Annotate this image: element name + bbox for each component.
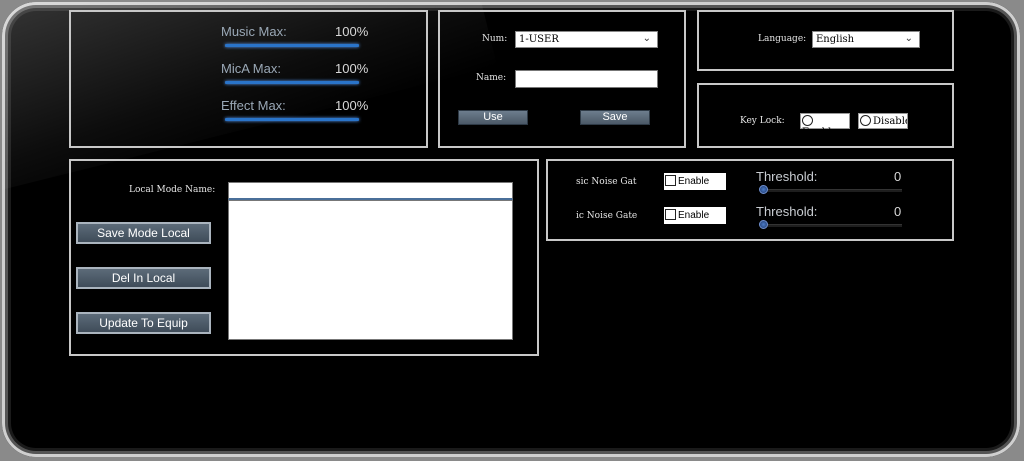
music-noise-gate-enable-checkbox[interactable]: Enable	[664, 173, 726, 190]
music-max-label: Music Max:	[221, 24, 287, 39]
app-window: Music Max: 100% MicA Max: 100% Effect Ma…	[2, 2, 1020, 457]
keylock-disable-radio[interactable]: Disable	[858, 113, 908, 129]
language-select-value: English	[816, 34, 855, 45]
music-threshold-value: 0	[894, 169, 902, 184]
music-noise-gate-label: sic Noise Gat	[576, 177, 637, 187]
mic-threshold-slider-thumb[interactable]	[759, 220, 768, 229]
radio-icon	[802, 115, 813, 126]
radio-icon	[860, 115, 871, 126]
num-select-value: 1-USER	[519, 34, 559, 45]
keylock-panel: Key Lock: Enable Disable	[697, 83, 954, 148]
language-select[interactable]: English ⌄	[812, 31, 920, 48]
name-input[interactable]	[515, 70, 658, 88]
save-button[interactable]: Save	[580, 110, 650, 125]
save-mode-local-button[interactable]: Save Mode Local	[76, 222, 211, 244]
local-mode-panel: Local Mode Name: Save Mode Local Del In …	[69, 159, 539, 356]
checkbox-icon	[665, 209, 676, 220]
music-noise-gate-enable-label: Enable	[678, 176, 710, 187]
music-max-value: 100%	[335, 24, 369, 39]
music-max-slider[interactable]	[225, 44, 359, 47]
local-mode-list[interactable]	[228, 200, 513, 340]
del-in-local-button[interactable]: Del In Local	[76, 267, 211, 289]
mic-threshold-value: 0	[894, 204, 902, 219]
local-mode-name-label: Local Mode Name:	[129, 185, 216, 195]
name-label: Name:	[476, 73, 507, 83]
update-to-equip-button[interactable]: Update To Equip	[76, 312, 211, 334]
music-threshold-label: Threshold:	[756, 169, 818, 184]
mic-noise-gate-label: ic Noise Gate	[576, 211, 638, 221]
mica-max-label: MicA Max:	[221, 61, 281, 76]
keylock-enable-radio[interactable]: Enable	[800, 113, 850, 138]
effect-max-label: Effect Max:	[221, 98, 286, 113]
user-panel: Num: 1-USER ⌄ Name: Use Save	[438, 10, 686, 148]
effect-max-slider[interactable]	[225, 118, 359, 121]
mic-noise-gate-enable-label: Enable	[678, 210, 710, 221]
language-panel: Language: English ⌄	[697, 10, 954, 71]
chevron-down-icon: ⌄	[642, 33, 651, 44]
mica-max-value: 100%	[335, 61, 369, 76]
num-label: Num:	[482, 34, 508, 44]
chevron-down-icon: ⌄	[904, 33, 913, 44]
mic-threshold-label: Threshold:	[756, 204, 818, 219]
music-threshold-track	[762, 189, 902, 192]
checkbox-icon	[665, 175, 676, 186]
num-select[interactable]: 1-USER ⌄	[515, 31, 658, 48]
levels-panel: Music Max: 100% MicA Max: 100% Effect Ma…	[69, 10, 428, 148]
mic-threshold-track	[762, 224, 902, 227]
keylock-label: Key Lock:	[740, 116, 785, 126]
keylock-enable-label: Enable	[802, 127, 838, 138]
use-button[interactable]: Use	[458, 110, 528, 125]
local-mode-name-input[interactable]	[228, 182, 513, 200]
keylock-disable-label: Disable	[873, 116, 908, 127]
language-label: Language:	[758, 34, 807, 44]
effect-max-value: 100%	[335, 98, 369, 113]
mic-noise-gate-enable-checkbox[interactable]: Enable	[664, 207, 726, 224]
mica-max-slider[interactable]	[225, 81, 359, 84]
noise-gate-panel: sic Noise Gat Enable Threshold: 0 ic Noi…	[546, 159, 954, 241]
music-threshold-slider-thumb[interactable]	[759, 185, 768, 194]
